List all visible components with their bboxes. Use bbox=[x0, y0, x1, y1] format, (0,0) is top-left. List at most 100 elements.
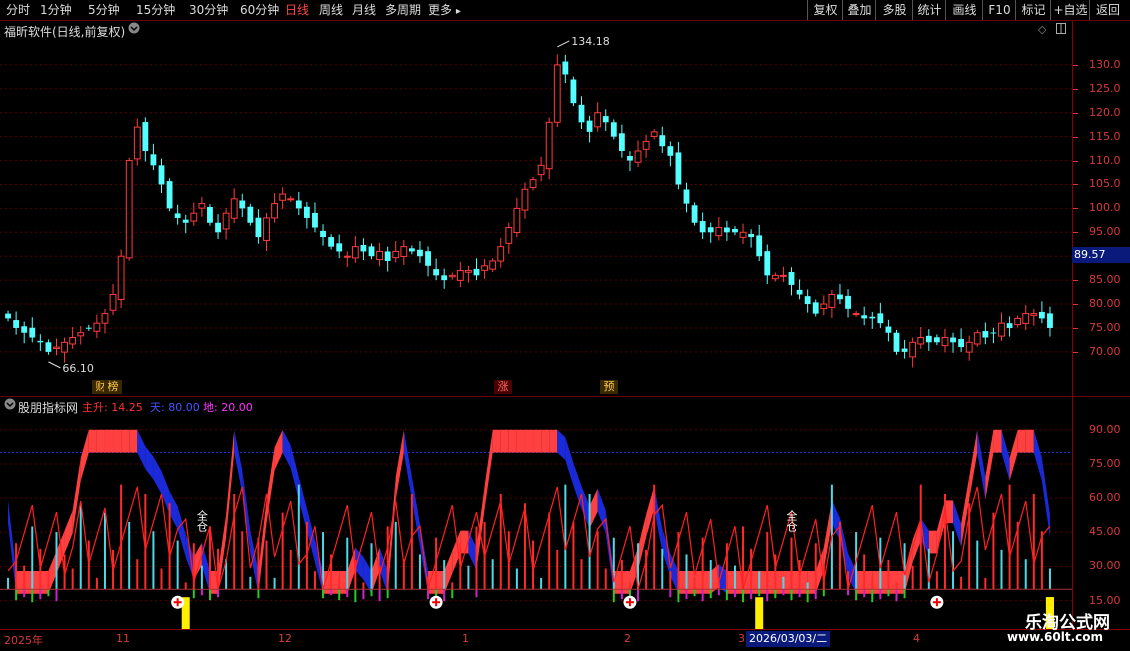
indicator-band-segment bbox=[444, 550, 453, 594]
add-watchlist-button[interactable]: +自选 bbox=[1050, 0, 1090, 20]
period-60min[interactable]: 60分钟 bbox=[240, 0, 279, 20]
multi-stock-button[interactable]: 多股 bbox=[875, 0, 913, 20]
draw-line-button[interactable]: 画线 bbox=[945, 0, 983, 20]
indicator-band-segment bbox=[516, 429, 525, 453]
indicator-band-segment bbox=[953, 500, 962, 547]
price-tick-label: 95.00 bbox=[1089, 225, 1121, 239]
candle-body bbox=[497, 246, 505, 262]
overlay-button[interactable]: 叠加 bbox=[842, 0, 876, 20]
candle-body bbox=[61, 341, 68, 353]
price-tick-mark bbox=[1073, 64, 1078, 66]
period-15min[interactable]: 15分钟 bbox=[136, 0, 175, 20]
indicator-band-segment bbox=[670, 553, 679, 594]
candle-body bbox=[53, 346, 60, 350]
period-monthly[interactable]: 月线 bbox=[352, 0, 376, 20]
indicator-band-segment bbox=[646, 486, 655, 538]
candle-body bbox=[562, 61, 569, 75]
period-multi[interactable]: 多周期 bbox=[385, 0, 421, 20]
indicator-band-segment bbox=[113, 429, 122, 453]
chevron-down-icon[interactable] bbox=[128, 22, 140, 37]
candle-body bbox=[869, 316, 876, 319]
period-more[interactable]: 更多 ▸ bbox=[428, 0, 461, 20]
candle-body bbox=[142, 122, 149, 151]
price-tick-label: 100.0 bbox=[1089, 201, 1121, 215]
candle-body bbox=[553, 64, 561, 123]
candle-body bbox=[336, 243, 343, 252]
price-tick-mark bbox=[1073, 304, 1078, 306]
diamond-icon[interactable]: ◇ bbox=[1038, 23, 1046, 36]
indicator-band-segment bbox=[557, 429, 566, 460]
candle-body bbox=[351, 246, 359, 259]
candle-body bbox=[166, 181, 173, 209]
indicator-band-segment bbox=[137, 429, 146, 469]
chevron-down-icon[interactable] bbox=[4, 398, 16, 413]
period-fenshi[interactable]: 分时 bbox=[6, 0, 30, 20]
indicator-band-segment bbox=[169, 491, 178, 530]
indicator-band-segment bbox=[218, 514, 227, 594]
signal-label-quancang: 全仓 bbox=[195, 509, 208, 532]
candle-body bbox=[618, 133, 625, 151]
indicator-band-segment bbox=[694, 571, 703, 594]
period-weekly[interactable]: 周线 bbox=[319, 0, 343, 20]
price-tick-label: 110.0 bbox=[1089, 153, 1121, 167]
price-tick-mark bbox=[1073, 160, 1078, 162]
indicator-band-segment bbox=[460, 530, 469, 554]
indicator-tick-label: 30.00 bbox=[1089, 559, 1121, 573]
indicator-band-segment bbox=[40, 571, 49, 594]
candle-body bbox=[448, 274, 456, 278]
period-daily[interactable]: 日线 bbox=[285, 0, 309, 20]
candle-body bbox=[1038, 311, 1045, 319]
period-1min[interactable]: 1分钟 bbox=[40, 0, 72, 20]
indicator-band-segment bbox=[880, 571, 889, 594]
candle-body bbox=[739, 231, 747, 238]
event-tag-yu[interactable]: 预 bbox=[600, 380, 618, 394]
candle-body bbox=[182, 219, 189, 223]
candle-body bbox=[1047, 313, 1053, 328]
candle-body bbox=[247, 206, 254, 223]
event-tag-zhang[interactable]: 涨 bbox=[494, 380, 512, 394]
candle-body bbox=[675, 152, 682, 185]
candle-body bbox=[37, 340, 44, 343]
indicator-band-segment bbox=[129, 429, 138, 453]
candle-body bbox=[441, 275, 448, 281]
current-price-marker: 89.57 bbox=[1072, 247, 1130, 263]
indicator-tick-label: 45.00 bbox=[1089, 525, 1121, 539]
indicator-band-segment bbox=[24, 571, 33, 594]
period-5min[interactable]: 5分钟 bbox=[88, 0, 120, 20]
candlestick-chart: 134.18 66.10 bbox=[0, 35, 1072, 375]
candle-body bbox=[190, 212, 198, 222]
indicator-pane[interactable]: 全仓 全仓 股朋指标网 主升: 14.25 天: 80.00 地: 20.00 bbox=[0, 396, 1072, 630]
indicator-band-segment bbox=[533, 429, 542, 453]
candle-body bbox=[529, 179, 537, 189]
candle-body bbox=[207, 206, 213, 223]
candle-body bbox=[973, 332, 981, 345]
window-icon[interactable] bbox=[1056, 23, 1066, 37]
event-tag-bang[interactable]: 榜 bbox=[104, 380, 122, 394]
f10-button[interactable]: F10 bbox=[982, 0, 1016, 20]
mark-button[interactable]: 标记 bbox=[1015, 0, 1051, 20]
period-30min[interactable]: 30分钟 bbox=[189, 0, 228, 20]
candlestick-pane[interactable]: 134.18 66.10 福昕软件(日线,前复权) ◇ 财 榜 涨 预 bbox=[0, 21, 1072, 395]
price-tick-mark bbox=[1073, 208, 1078, 210]
indicator-band-segment bbox=[177, 506, 186, 558]
indicator-band-segment bbox=[121, 429, 130, 453]
stats-button[interactable]: 统计 bbox=[912, 0, 946, 20]
candle-body bbox=[417, 249, 423, 257]
indicator-band-segment bbox=[888, 571, 897, 594]
candle-body bbox=[958, 338, 965, 348]
indicator-band-segment bbox=[702, 571, 711, 594]
candle-body bbox=[109, 293, 117, 311]
indicator-band-segment bbox=[484, 429, 493, 510]
candle-body bbox=[303, 206, 310, 218]
high-price-label: 134.18 bbox=[571, 35, 610, 48]
indicator-band-segment bbox=[363, 556, 372, 594]
back-button[interactable]: 返回 bbox=[1089, 0, 1126, 20]
indicator-band-segment bbox=[266, 447, 275, 524]
indicator-band-segment bbox=[395, 429, 404, 500]
candle-body bbox=[837, 294, 843, 300]
candle-body bbox=[537, 164, 545, 176]
fuquan-button[interactable]: 复权 bbox=[807, 0, 843, 20]
candle-body bbox=[287, 198, 295, 201]
candle-body bbox=[400, 246, 408, 257]
candle-body bbox=[465, 270, 472, 273]
